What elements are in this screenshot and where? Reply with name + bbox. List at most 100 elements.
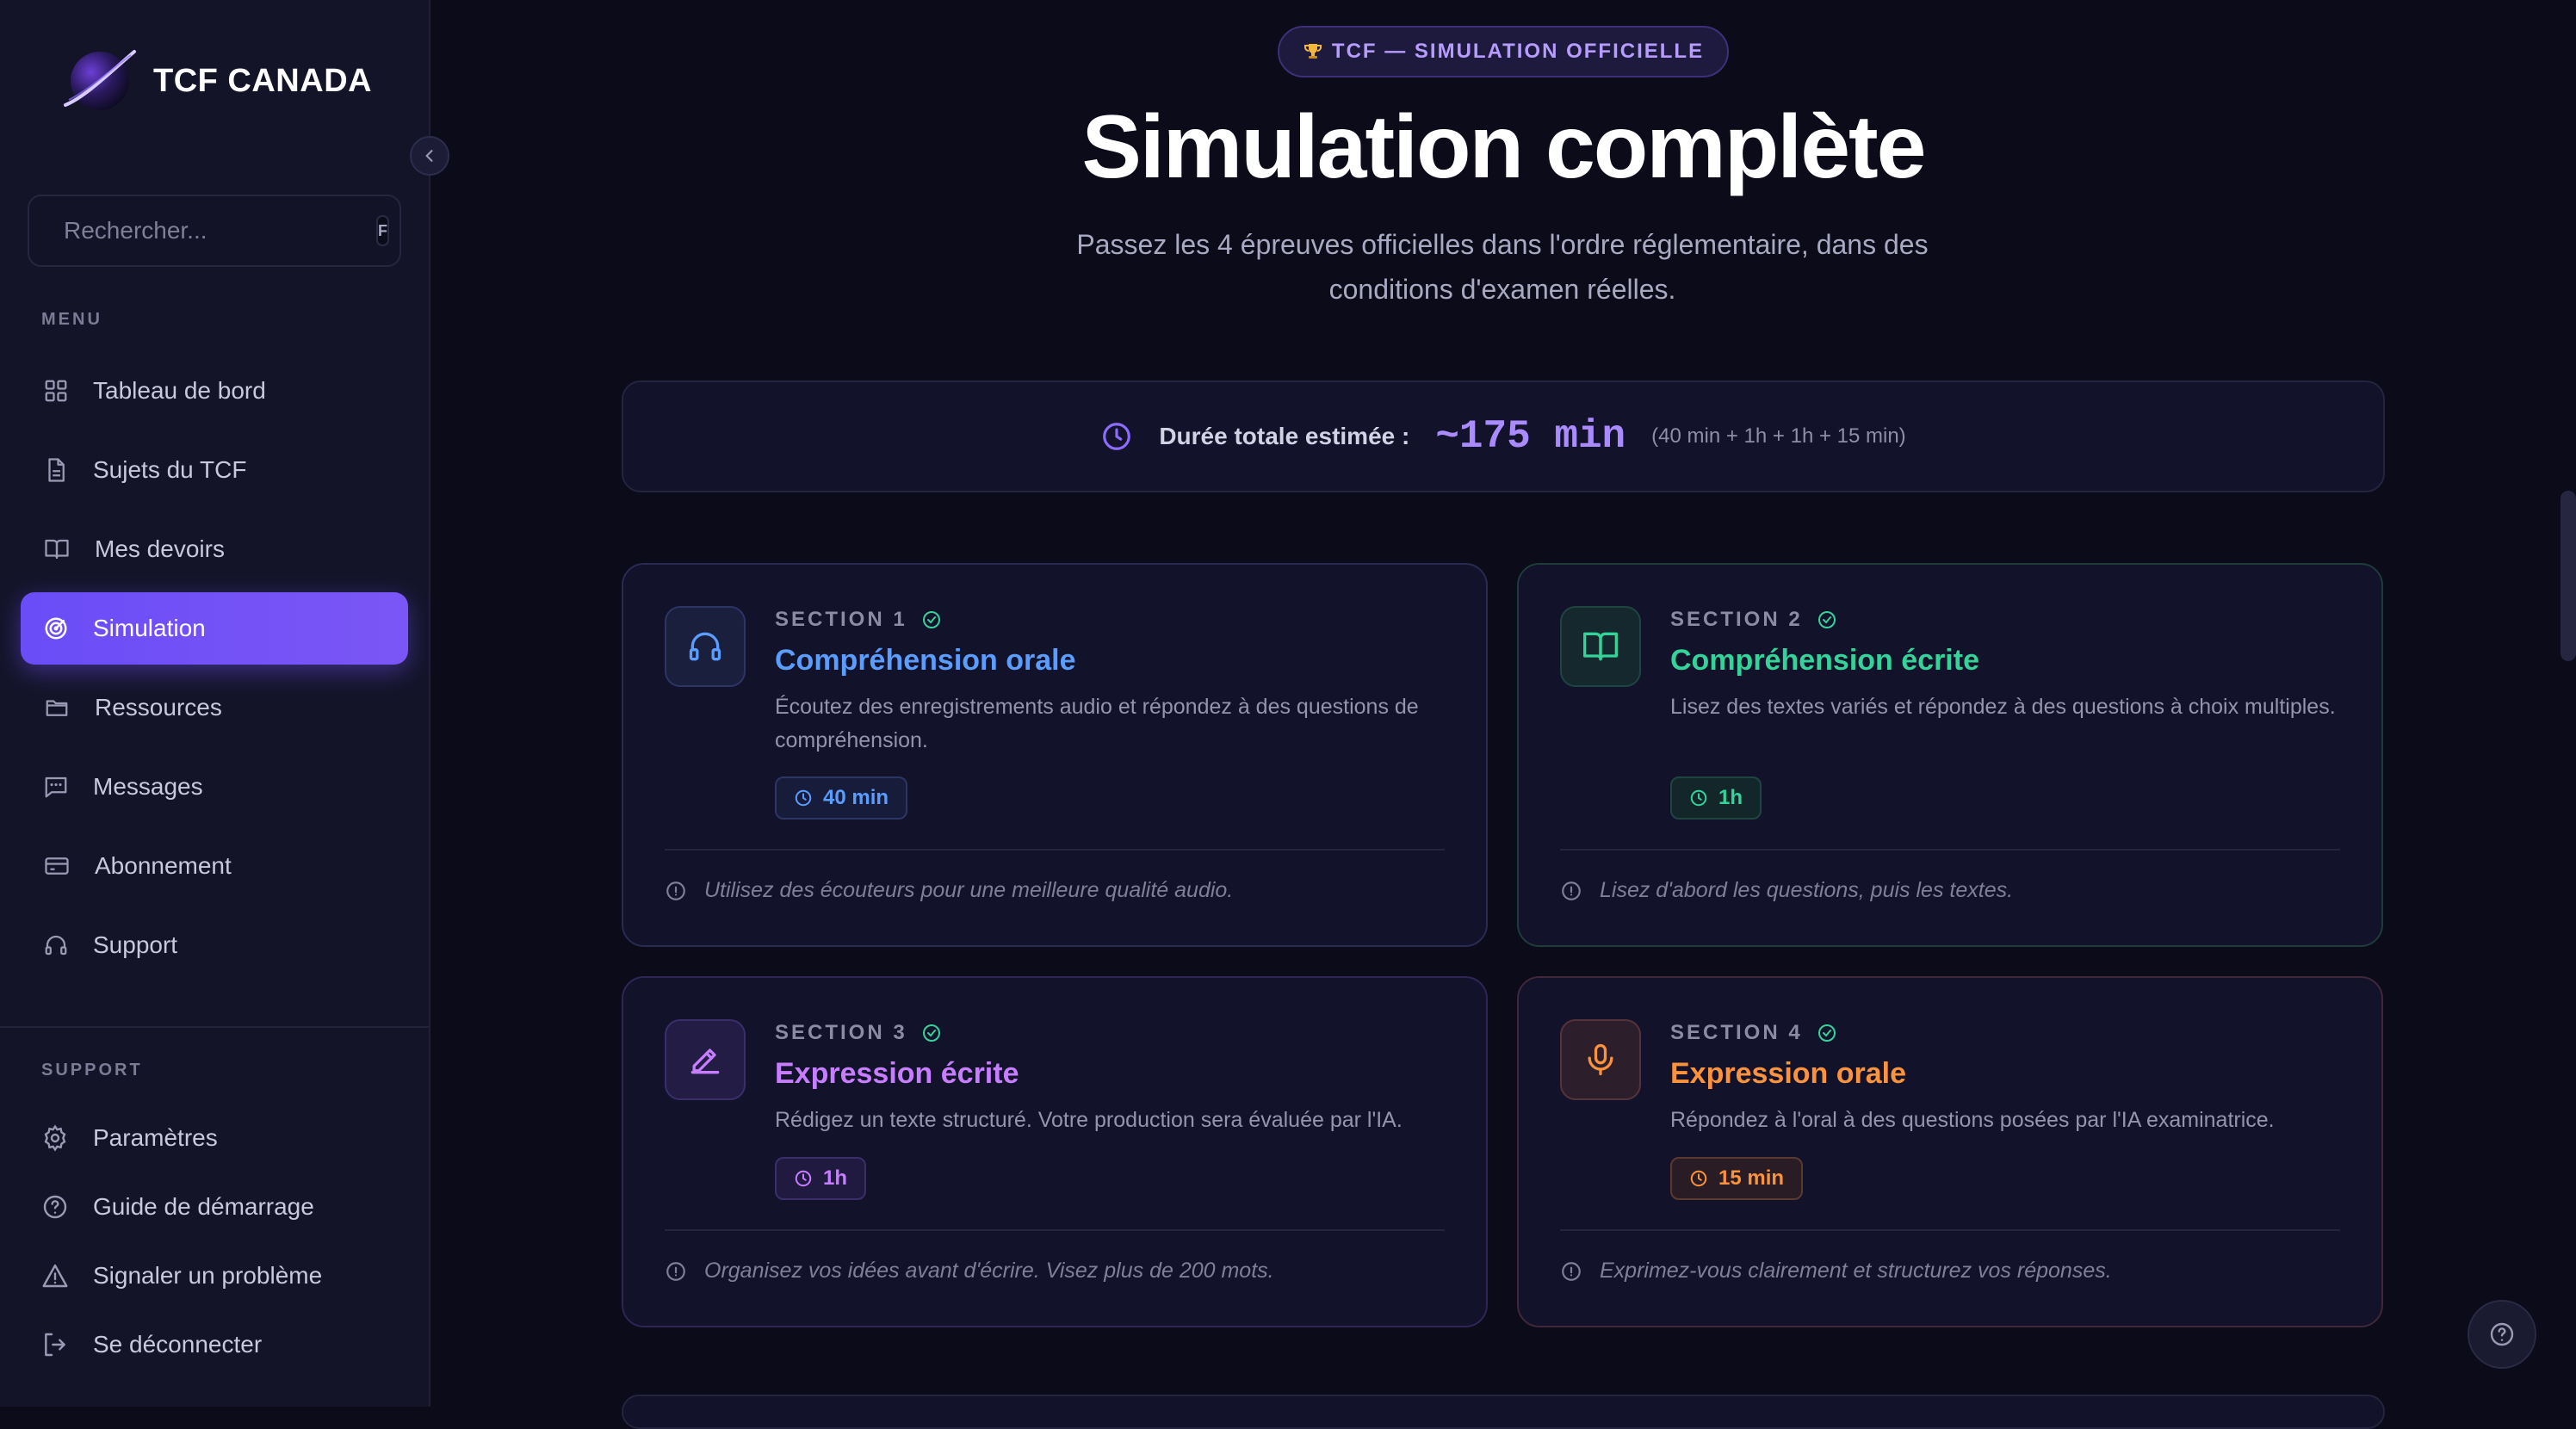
trophy-icon bbox=[1303, 44, 1322, 59]
duration-detail: (40 min + 1h + 1h + 15 min) bbox=[1651, 424, 1906, 448]
sidebar-item-label: Se déconnecter bbox=[93, 1331, 263, 1358]
brand[interactable]: TCF CANADA bbox=[60, 45, 372, 117]
check-circle-icon bbox=[1817, 1024, 1836, 1042]
sidebar-item-guide[interactable]: Guide de démarrage bbox=[21, 1176, 408, 1238]
section-tip-text: Lisez d'abord les questions, puis les te… bbox=[1600, 878, 2014, 902]
sidebar-item-deconnexion[interactable]: Se déconnecter bbox=[21, 1314, 408, 1376]
section-tip-text: Organisez vos idées avant d'écrire. Vise… bbox=[704, 1259, 1274, 1283]
message-icon bbox=[45, 776, 67, 798]
section-description: Lisez des textes variés et répondez à de… bbox=[1670, 695, 2336, 719]
section-tip: Lisez d'abord les questions, puis les te… bbox=[1560, 878, 2013, 903]
sidebar-item-label: Messages bbox=[93, 773, 203, 800]
duration-label: Durée totale estimée : bbox=[1159, 423, 1410, 449]
page-subtitle: Passez les 4 épreuves officielles dans l… bbox=[1076, 229, 1929, 305]
section-duration-badge: 1h bbox=[775, 1157, 867, 1200]
sidebar-item-label: Abonnement bbox=[95, 852, 232, 879]
menu-section-label: MENU bbox=[41, 310, 102, 329]
search-input[interactable] bbox=[62, 216, 376, 245]
check-circle-icon bbox=[922, 611, 940, 628]
info-icon bbox=[1562, 1261, 1581, 1281]
brand-name: TCF CANADA bbox=[153, 62, 373, 99]
clock-icon bbox=[1103, 423, 1131, 450]
sidebar-item-abonnement[interactable]: Abonnement bbox=[21, 830, 408, 902]
section-tip-text: Utilisez des écouteurs pour une meilleur… bbox=[704, 878, 1234, 902]
help-circle-icon bbox=[2490, 1322, 2514, 1346]
info-icon bbox=[1562, 881, 1581, 900]
section-number-label: SECTION 4 bbox=[1670, 1021, 1803, 1044]
clock-icon bbox=[1690, 789, 1707, 807]
section-title: Expression orale bbox=[1670, 1057, 1907, 1090]
warning-icon bbox=[42, 1264, 68, 1288]
sidebar-item-mes-devoirs[interactable]: Mes devoirs bbox=[21, 513, 408, 585]
help-circle-icon bbox=[43, 1195, 67, 1219]
search-shortcut-key: F bbox=[376, 215, 389, 246]
sidebar-item-signaler[interactable]: Signaler un problème bbox=[21, 1245, 408, 1307]
next-card-partial bbox=[622, 1395, 2385, 1429]
headset-icon bbox=[45, 935, 67, 956]
clock-icon bbox=[795, 789, 812, 807]
help-button[interactable] bbox=[2468, 1300, 2536, 1369]
sidebar-item-label: Support bbox=[93, 931, 178, 958]
section-duration: 1h bbox=[823, 1166, 848, 1190]
check-circle-icon bbox=[922, 1024, 940, 1042]
clock-icon bbox=[795, 1170, 812, 1187]
duration-value: ~175 min bbox=[1435, 414, 1626, 459]
section-card-comprehension-orale[interactable]: SECTION 1 Compréhension orale Écoutez de… bbox=[622, 563, 1488, 947]
folder-icon bbox=[46, 700, 68, 716]
card-divider bbox=[1560, 1229, 2340, 1231]
section-number: SECTION 1 bbox=[775, 608, 942, 632]
section-number: SECTION 2 bbox=[1670, 608, 1837, 632]
section-duration-badge: 40 min bbox=[775, 776, 908, 820]
planet-logo-icon bbox=[64, 50, 136, 110]
search-box[interactable]: F bbox=[28, 195, 401, 267]
section-number-label: SECTION 2 bbox=[1670, 608, 1803, 631]
badge-label: TCF — SIMULATION OFFICIELLE bbox=[1331, 40, 1705, 63]
sidebar-item-label: Sujets du TCF bbox=[93, 456, 247, 483]
section-card-comprehension-ecrite[interactable]: SECTION 2 Compréhension écrite Lisez des… bbox=[1517, 563, 2383, 947]
scrollbar-thumb[interactable] bbox=[2561, 491, 2576, 661]
section-icon-box bbox=[665, 1019, 746, 1100]
section-number-label: SECTION 1 bbox=[775, 608, 907, 631]
total-duration-banner: Durée totale estimée : ~175 min (40 min … bbox=[622, 380, 2385, 492]
microphone-icon bbox=[1588, 1043, 1613, 1076]
sidebar-item-label: Paramètres bbox=[93, 1124, 218, 1151]
section-description: Écoutez des enregistrements audio et rép… bbox=[775, 695, 1419, 752]
grid-icon bbox=[45, 380, 67, 402]
sidebar-item-ressources[interactable]: Ressources bbox=[21, 671, 408, 744]
section-icon-box bbox=[665, 606, 746, 687]
sidebar-item-label: Ressources bbox=[95, 694, 222, 721]
sidebar: TCF CANADA F MENU Tableau de bord Sujets… bbox=[0, 0, 430, 1407]
open-book-icon bbox=[1583, 632, 1618, 661]
sidebar-item-label: Tableau de bord bbox=[93, 377, 266, 404]
section-duration-badge: 1h bbox=[1670, 776, 1762, 820]
sidebar-item-parametres[interactable]: Paramètres bbox=[21, 1107, 408, 1169]
credit-card-icon bbox=[45, 857, 69, 875]
section-card-expression-ecrite[interactable]: SECTION 3 Expression écrite Rédigez un t… bbox=[622, 976, 1488, 1327]
sidebar-item-label: Simulation bbox=[93, 615, 206, 641]
sidebar-divider bbox=[0, 1026, 429, 1028]
section-duration: 15 min bbox=[1718, 1166, 1785, 1190]
sidebar-item-support[interactable]: Support bbox=[21, 909, 408, 981]
section-card-expression-orale[interactable]: SECTION 4 Expression orale Répondez à l'… bbox=[1517, 976, 2383, 1327]
section-icon-box bbox=[1560, 606, 1641, 687]
sidebar-item-simulation[interactable]: Simulation bbox=[21, 592, 408, 665]
section-duration: 1h bbox=[1718, 786, 1743, 809]
sidebar-item-messages[interactable]: Messages bbox=[21, 751, 408, 823]
book-icon bbox=[45, 539, 69, 560]
section-title: Compréhension orale bbox=[775, 644, 1076, 677]
headphones-icon bbox=[689, 632, 721, 661]
section-icon-box bbox=[1560, 1019, 1641, 1100]
sidebar-item-tableau-de-bord[interactable]: Tableau de bord bbox=[21, 355, 408, 427]
clock-icon bbox=[1690, 1170, 1707, 1187]
card-divider bbox=[665, 1229, 1445, 1231]
document-icon bbox=[48, 458, 65, 482]
section-tip: Organisez vos idées avant d'écrire. Vise… bbox=[665, 1259, 1274, 1284]
section-number-label: SECTION 3 bbox=[775, 1021, 907, 1044]
card-divider bbox=[665, 849, 1445, 851]
section-duration: 40 min bbox=[823, 786, 889, 809]
sidebar-item-sujets-du-tcf[interactable]: Sujets du TCF bbox=[21, 434, 408, 506]
pencil-icon bbox=[690, 1049, 720, 1074]
section-number: SECTION 4 bbox=[1670, 1021, 1837, 1045]
collapse-sidebar-button[interactable] bbox=[410, 136, 449, 176]
support-section-label: SUPPORT bbox=[41, 1061, 143, 1079]
